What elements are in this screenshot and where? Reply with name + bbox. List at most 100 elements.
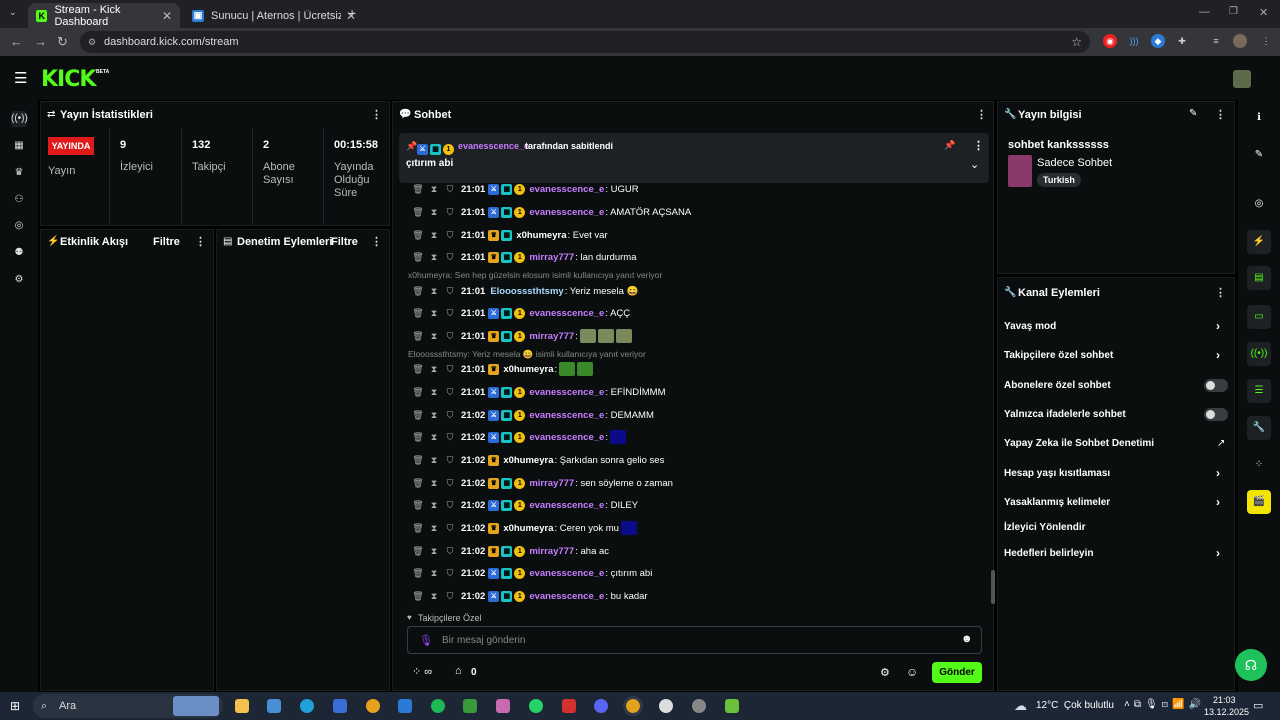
ban-shield-icon[interactable]: ⛉: [442, 230, 458, 241]
stats-menu-icon[interactable]: ⋮: [371, 108, 382, 121]
chevron-right-icon[interactable]: ›: [1216, 319, 1220, 333]
message-username[interactable]: mirray777: [529, 546, 574, 557]
windows-start-icon[interactable]: ⊞: [10, 699, 20, 713]
ban-shield-icon[interactable]: ⛉: [442, 500, 458, 511]
ban-shield-icon[interactable]: ⛉: [442, 478, 458, 489]
edge-icon[interactable]: [300, 699, 314, 713]
chat-message-input[interactable]: 🎙 Bir mesaj gönderin ☻: [407, 626, 982, 654]
file-explorer-icon[interactable]: [235, 699, 249, 713]
delete-icon[interactable]: 🗑: [410, 252, 426, 263]
delete-icon[interactable]: 🗑: [410, 230, 426, 241]
activity-filter-button[interactable]: Filtre: [153, 236, 180, 248]
chevron-right-icon[interactable]: ›: [1216, 466, 1220, 480]
timeout-icon[interactable]: ⧗: [426, 207, 442, 218]
chevron-right-icon[interactable]: ›: [1216, 495, 1220, 509]
chevron-right-icon[interactable]: ›: [1216, 348, 1220, 362]
timeout-icon[interactable]: ⧗: [426, 252, 442, 263]
analytics-icon[interactable]: ▦: [11, 138, 27, 154]
delete-icon[interactable]: 🗑: [410, 546, 426, 557]
chat-message[interactable]: 🗑 ⧗ ⛉ 21:01 Elooosssthtsmy: Yeriz mesela 😄: [410, 283, 638, 299]
message-username[interactable]: mirray777: [529, 331, 574, 342]
delete-icon[interactable]: 🗑: [410, 432, 426, 443]
delete-icon[interactable]: 🗑: [410, 308, 426, 319]
delete-icon[interactable]: 🗑: [410, 478, 426, 489]
send-button[interactable]: Gönder: [932, 662, 982, 683]
monetization-icon[interactable]: ◎: [11, 218, 27, 234]
broadcast-icon[interactable]: ((•)): [1247, 342, 1271, 366]
whatsapp-icon[interactable]: [529, 699, 543, 713]
chat-message[interactable]: 🗑 ⧗ ⛉ 21:01 ⚔ ▦ 1 evanesscence_e: EFİNDİMMM: [410, 384, 666, 400]
tab-kick-dashboard[interactable]: K Stream - Kick Dashboard ✕: [28, 3, 180, 28]
lightning-icon[interactable]: ⚡: [1247, 230, 1271, 254]
message-username[interactable]: x0humeyra: [516, 230, 566, 241]
extension-sound-icon[interactable]: ))): [1127, 34, 1141, 48]
restore-icon[interactable]: ❐: [1229, 6, 1238, 17]
category-name[interactable]: Sadece Sohbet: [1037, 157, 1112, 169]
pinned-message[interactable]: 📌 ⚔ ▦ 1 evanesscence_e tarafından sabitlen…: [399, 133, 989, 183]
action-set-goals[interactable]: Hedefleri belirleyin: [1004, 548, 1093, 559]
delete-icon[interactable]: 🗑: [410, 331, 426, 342]
notifications-icon[interactable]: ▭: [1253, 699, 1263, 712]
timeout-icon[interactable]: ⧗: [426, 308, 442, 319]
message-username[interactable]: evanesscence_e: [529, 591, 604, 602]
message-username[interactable]: x0humeyra: [503, 364, 553, 375]
delete-icon[interactable]: 🗑: [410, 184, 426, 195]
edit-pencil-icon[interactable]: ✎: [1189, 108, 1197, 119]
chat-message[interactable]: 🗑 ⧗ ⛉ 21:02 ⚔ ▦ 1 evanesscence_e: bu kadar: [410, 588, 648, 604]
timeout-icon[interactable]: ⧗: [426, 591, 442, 602]
tab-aternos[interactable]: ▣ Sunucu | Aternos | Ücretsiz Min ✕: [184, 3, 364, 28]
chevron-right-icon[interactable]: ›: [1216, 546, 1220, 560]
ban-shield-icon[interactable]: ⛉: [442, 546, 458, 557]
clock-time[interactable]: 21:03: [1213, 695, 1236, 705]
chrome-active-icon[interactable]: [623, 696, 643, 716]
chat-message[interactable]: 🗑 ⧗ ⛉ 21:02 ♛ ▦ 1 mirray777: sen söyleme o zama…: [410, 475, 673, 491]
delete-icon[interactable]: 🗑: [410, 591, 426, 602]
stream-info-menu-icon[interactable]: ⋮: [1215, 108, 1226, 121]
reload-icon[interactable]: ↻: [57, 34, 68, 50]
chat-message[interactable]: 🗑 ⧗ ⛉ 21:01 ♛ ▦ x0humeyra: Evet var: [410, 227, 608, 243]
timeout-icon[interactable]: ⧗: [426, 455, 442, 466]
timeout-icon[interactable]: ⧗: [426, 546, 442, 557]
pc-icon[interactable]: [267, 699, 281, 713]
bookmark-star-icon[interactable]: ☆: [1071, 31, 1082, 53]
hamburger-menu-icon[interactable]: ☰: [14, 69, 27, 87]
tools-wrench-icon[interactable]: 🔧: [1247, 416, 1271, 440]
timeout-icon[interactable]: ⧗: [426, 410, 442, 421]
message-username[interactable]: evanesscence_e: [529, 184, 604, 195]
focus-icon[interactable]: ◎: [1247, 192, 1271, 216]
ban-shield-icon[interactable]: ⛉: [442, 207, 458, 218]
chat-scrollbar[interactable]: [991, 570, 995, 604]
delete-icon[interactable]: 🗑: [410, 410, 426, 421]
message-username[interactable]: evanesscence_e: [529, 207, 604, 218]
timeout-icon[interactable]: ⧗: [426, 523, 442, 534]
chrome-icon[interactable]: [366, 699, 380, 713]
moderation-list-icon[interactable]: ☰: [1247, 379, 1271, 403]
message-username[interactable]: evanesscence_e: [529, 308, 604, 319]
channel-actions-menu-icon[interactable]: ⋮: [1215, 286, 1226, 299]
message-username[interactable]: Elooosssthtsmy: [490, 286, 563, 297]
site-info-icon[interactable]: ⚙: [88, 31, 96, 53]
chat-message[interactable]: 🗑 ⧗ ⛉ 21:02 ⚔ ▦ 1 evanesscence_e: çıtırım abi: [410, 565, 652, 581]
ban-shield-icon[interactable]: ⛉: [442, 331, 458, 342]
chat-message[interactable]: 🗑 ⧗ ⛉ 21:02 ♛ x0humeyra: Ceren yok mu: [410, 520, 637, 536]
clapper-board-icon[interactable]: 🎬: [1247, 490, 1271, 514]
back-icon[interactable]: ←: [10, 34, 23, 49]
delete-icon[interactable]: 🗑: [410, 364, 426, 375]
message-username[interactable]: evanesscence_e: [529, 432, 604, 443]
chat-menu-icon[interactable]: ⋮: [976, 108, 987, 121]
message-username[interactable]: evanesscence_e: [529, 387, 604, 398]
delete-icon[interactable]: 🗑: [410, 523, 426, 534]
clipboard-icon[interactable]: ▤: [1247, 266, 1271, 290]
taskbar-search[interactable]: ⌕ Ara: [33, 694, 223, 718]
weather-text[interactable]: 12°C Çok bulutlu: [1036, 700, 1114, 711]
microphone-icon[interactable]: 🎙: [419, 634, 433, 647]
ban-shield-icon[interactable]: ⛉: [442, 184, 458, 195]
profile-avatar-icon[interactable]: [1233, 34, 1247, 48]
ban-shield-icon[interactable]: ⛉: [442, 568, 458, 579]
action-banned-words[interactable]: Yasaklanmış kelimeler: [1004, 497, 1110, 508]
minecraft-icon[interactable]: [463, 699, 477, 713]
delete-icon[interactable]: 🗑: [410, 500, 426, 511]
ban-shield-icon[interactable]: ⛉: [442, 410, 458, 421]
chat-message[interactable]: 🗑 ⧗ ⛉ 21:02 ♛ ▦ 1 mirray777: aha ac: [410, 543, 609, 559]
timeout-icon[interactable]: ⧗: [426, 364, 442, 375]
